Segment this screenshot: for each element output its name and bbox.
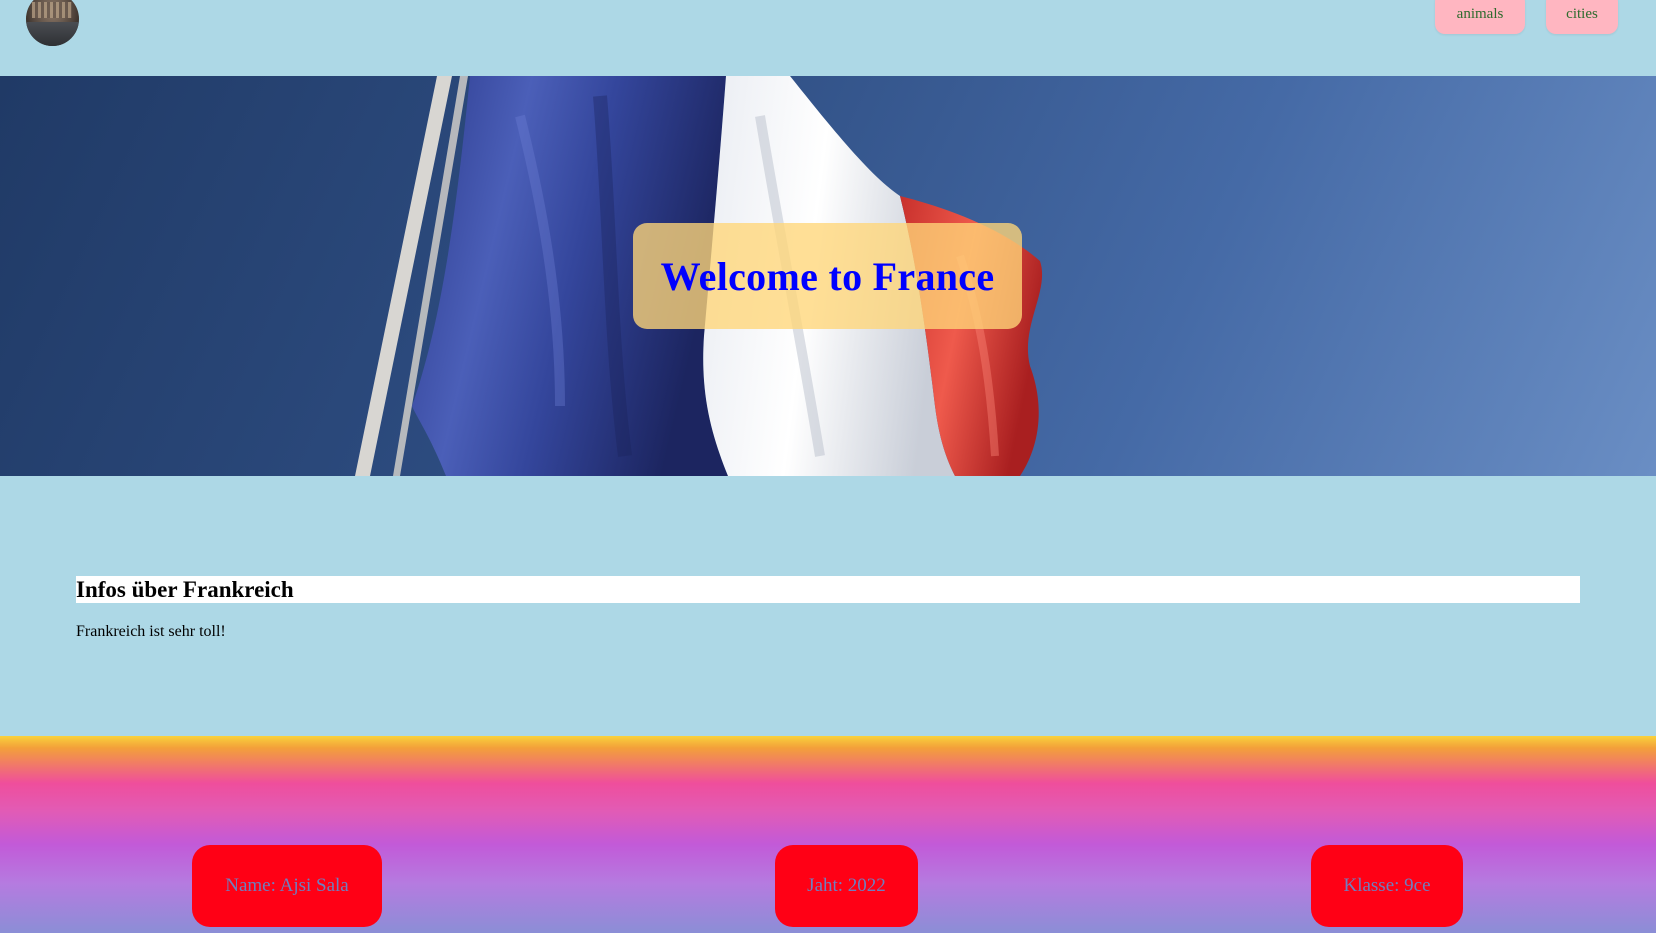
- nav-button-cities[interactable]: cities: [1546, 0, 1618, 34]
- footer-class-label: Klasse: 9ce: [1343, 875, 1431, 896]
- footer-class-badge: Klasse: 9ce: [1311, 845, 1463, 927]
- nav-label-cities: cities: [1566, 5, 1598, 22]
- info-heading: Infos über Frankreich: [76, 576, 1580, 603]
- page: animals cities Welcome to France Infos ü…: [0, 0, 1656, 933]
- nav-label-animals: animals: [1456, 5, 1504, 22]
- hero-banner: Welcome to France: [0, 76, 1656, 476]
- footer-year-label: Jaht: 2022: [807, 875, 886, 896]
- city-thumbnail-logo-icon[interactable]: [26, 0, 79, 46]
- footer-name-badge: Name: Ajsi Sala: [192, 845, 382, 927]
- footer-name-label: Name: Ajsi Sala: [225, 875, 349, 896]
- top-bar: animals cities: [0, 0, 1656, 76]
- info-text: Frankreich ist sehr toll!: [76, 623, 226, 640]
- hero-title-box: Welcome to France: [633, 223, 1022, 329]
- footer-year-badge: Jaht: 2022: [775, 845, 918, 927]
- footer: Name: Ajsi Sala Jaht: 2022 Klasse: 9ce: [0, 736, 1656, 933]
- nav-button-animals[interactable]: animals: [1435, 0, 1525, 34]
- info-section: Infos über Frankreich Frankreich ist seh…: [76, 576, 1580, 641]
- hero-title: Welcome to France: [660, 253, 995, 299]
